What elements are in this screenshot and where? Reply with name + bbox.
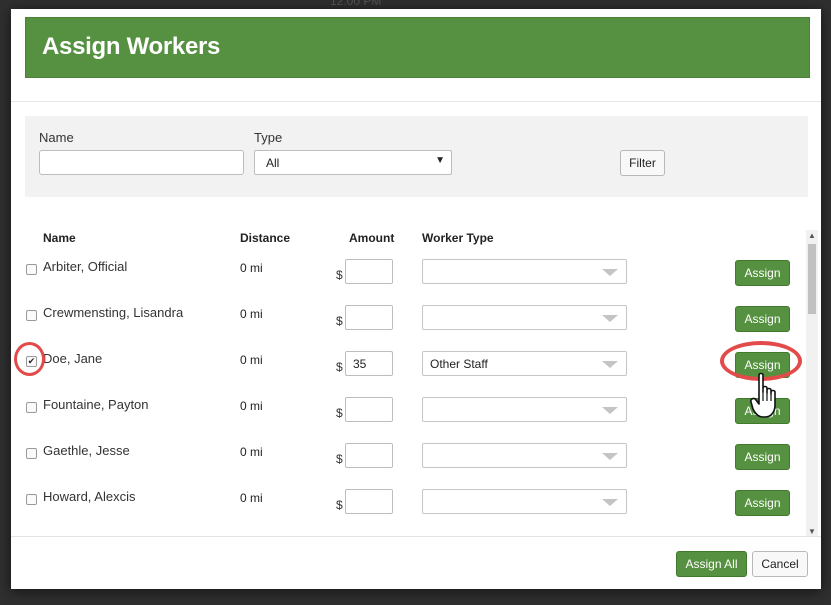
scroll-down-icon[interactable]: ▼ xyxy=(808,527,816,536)
name-filter-label: Name xyxy=(39,130,74,145)
amount-input[interactable] xyxy=(345,489,393,514)
worker-type-select[interactable]: Other Staff xyxy=(422,351,627,376)
filter-button[interactable]: Filter xyxy=(620,150,665,176)
modal-title: Assign Workers xyxy=(42,33,221,60)
worker-name: Doe, Jane xyxy=(43,351,103,366)
chevron-down-icon xyxy=(602,407,618,414)
modal-header: Assign Workers xyxy=(25,17,810,78)
table-row: Arbiter, Official 0 mi $ Assign xyxy=(11,248,806,294)
assign-all-button[interactable]: Assign All xyxy=(676,551,747,577)
worker-type-select[interactable] xyxy=(422,259,627,284)
amount-input[interactable] xyxy=(345,259,393,284)
worker-name: Fountaine, Payton xyxy=(43,397,149,412)
row-checkbox[interactable] xyxy=(26,402,37,413)
cancel-button[interactable]: Cancel xyxy=(752,551,808,577)
worker-distance: 0 mi xyxy=(240,399,263,413)
worker-list: Arbiter, Official 0 mi $ Assign Crewmens… xyxy=(11,240,806,527)
assign-button[interactable]: Assign xyxy=(735,260,790,286)
chevron-down-icon xyxy=(602,453,618,460)
currency-symbol: $ xyxy=(336,360,343,374)
worker-name: Arbiter, Official xyxy=(43,259,128,274)
worker-name: Howard, Alexcis xyxy=(43,489,136,504)
row-checkbox[interactable] xyxy=(26,448,37,459)
chevron-down-icon: ▼ xyxy=(435,155,445,166)
worker-type-select[interactable] xyxy=(422,397,627,422)
background-time: 12:00 PM xyxy=(330,0,382,8)
list-scrollbar[interactable]: ▲ ▼ xyxy=(806,230,818,537)
chevron-down-icon xyxy=(602,361,618,368)
assign-button[interactable]: Assign xyxy=(735,444,790,470)
worker-type-select[interactable] xyxy=(422,305,627,330)
currency-symbol: $ xyxy=(336,406,343,420)
chevron-down-icon xyxy=(602,315,618,322)
type-filter-value: All xyxy=(266,156,280,170)
assign-button[interactable]: Assign xyxy=(735,306,790,332)
worker-type-select[interactable] xyxy=(422,489,627,514)
row-checkbox[interactable] xyxy=(26,494,37,505)
amount-input[interactable] xyxy=(345,305,393,330)
worker-name: Gaethle, Jesse xyxy=(43,443,130,458)
row-checkbox[interactable] xyxy=(26,264,37,275)
scroll-thumb[interactable] xyxy=(808,244,816,314)
scroll-up-icon[interactable]: ▲ xyxy=(808,231,816,240)
name-filter-input[interactable] xyxy=(39,150,244,175)
chevron-down-icon xyxy=(602,269,618,276)
worker-name: Crewmensting, Lisandra xyxy=(43,305,184,320)
amount-input[interactable] xyxy=(345,397,393,422)
worker-distance: 0 mi xyxy=(240,491,263,505)
table-row: Fountaine, Payton 0 mi $ Assign xyxy=(11,386,806,432)
amount-input[interactable]: 35 xyxy=(345,351,393,376)
table-row: Howard, Alexcis 0 mi $ Assign xyxy=(11,478,806,524)
checkbox-highlight-circle xyxy=(14,342,45,376)
worker-type-select[interactable] xyxy=(422,443,627,468)
chevron-down-icon xyxy=(602,499,618,506)
type-filter-select[interactable]: All ▼ xyxy=(254,150,452,175)
hand-pointer-icon xyxy=(750,372,776,418)
worker-distance: 0 mi xyxy=(240,261,263,275)
amount-input[interactable] xyxy=(345,443,393,468)
table-row: Gaethle, Jesse 0 mi $ Assign xyxy=(11,432,806,478)
table-row-partial xyxy=(11,524,806,527)
currency-symbol: $ xyxy=(336,498,343,512)
worker-distance: 0 mi xyxy=(240,445,263,459)
row-checkbox[interactable] xyxy=(26,310,37,321)
currency-symbol: $ xyxy=(336,268,343,282)
currency-symbol: $ xyxy=(336,452,343,466)
header-divider xyxy=(11,101,821,102)
footer-divider xyxy=(11,536,821,537)
type-filter-label: Type xyxy=(254,130,283,145)
table-row: ✔ Doe, Jane 0 mi $ 35 Other Staff Assign xyxy=(11,340,806,386)
table-row: Crewmensting, Lisandra 0 mi $ Assign xyxy=(11,294,806,340)
worker-distance: 0 mi xyxy=(240,307,263,321)
currency-symbol: $ xyxy=(336,314,343,328)
filter-panel: Name Type All ▼ Filter xyxy=(25,116,808,197)
worker-distance: 0 mi xyxy=(240,353,263,367)
assign-button[interactable]: Assign xyxy=(735,490,790,516)
